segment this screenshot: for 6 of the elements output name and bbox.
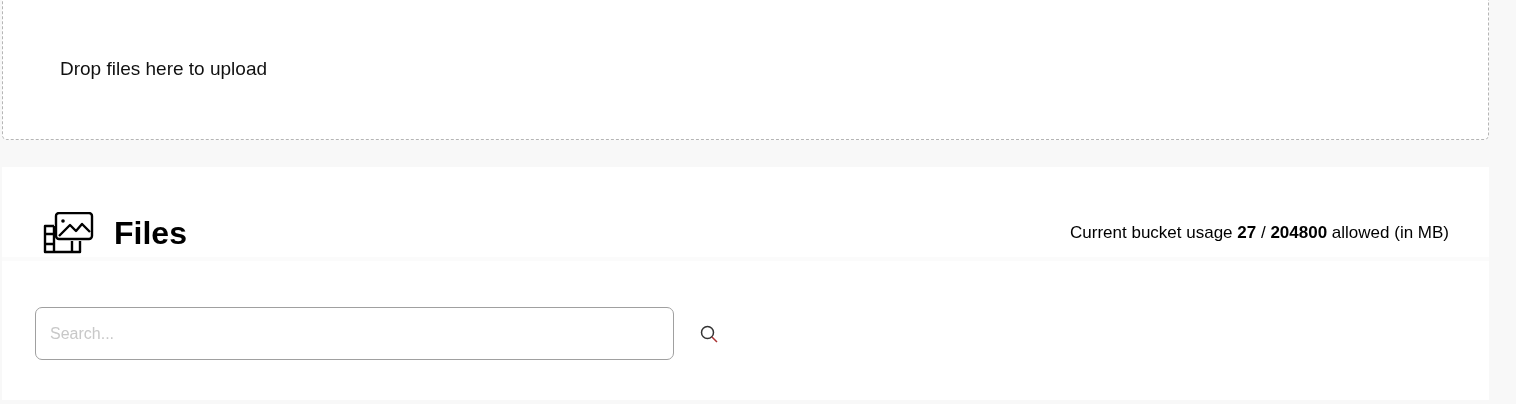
images-icon — [42, 212, 96, 254]
search-icon[interactable] — [700, 324, 718, 343]
files-title: Files — [114, 214, 187, 252]
bucket-usage-text: Current bucket usage 27 / 204800 allowed (in MB) — [1070, 222, 1449, 243]
dropzone[interactable]: Drop files here to upload — [2, 0, 1489, 140]
dropzone-text: Drop files here to upload — [60, 58, 267, 79]
